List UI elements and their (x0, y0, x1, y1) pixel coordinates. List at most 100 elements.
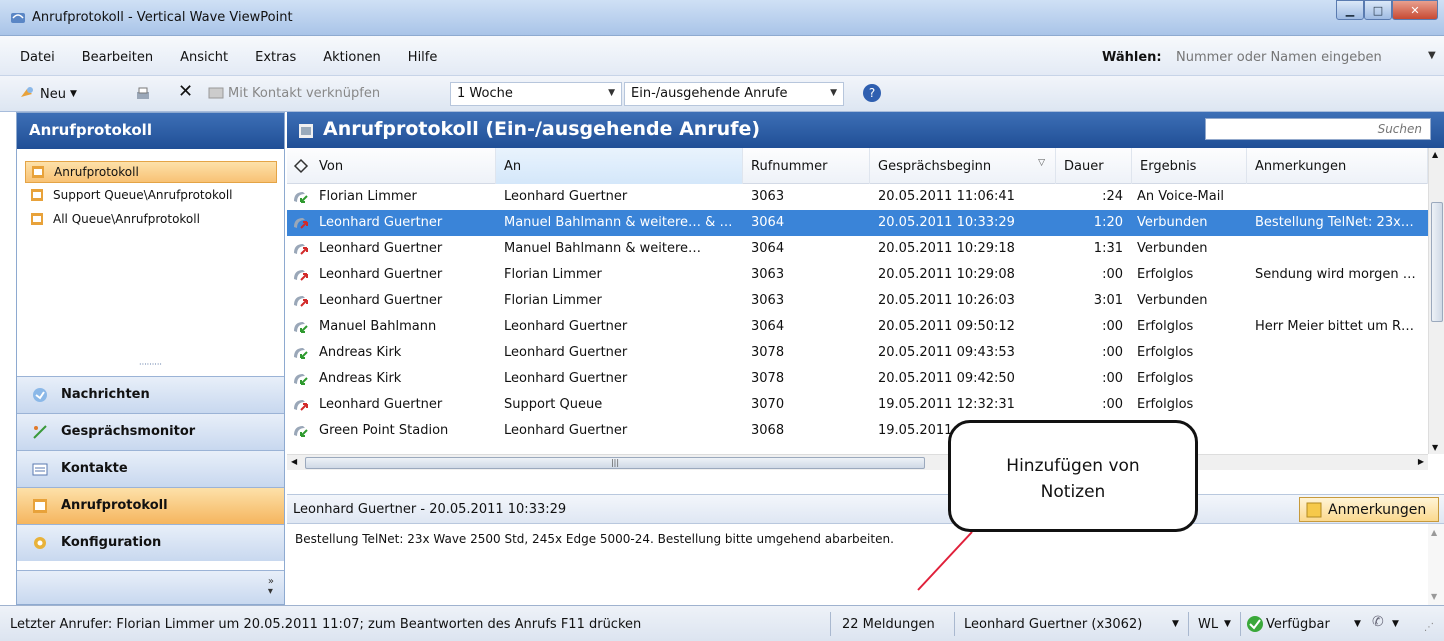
column-ergebnis[interactable]: Ergebnis (1132, 148, 1247, 184)
message-count[interactable]: 22 Meldungen (842, 617, 935, 632)
menu-extras[interactable]: Extras (255, 50, 296, 65)
column-label: Anmerkungen (1255, 159, 1347, 174)
direction-select[interactable]: Ein-/ausgehende Anrufe ▼ (624, 82, 844, 106)
scroll-thumb[interactable]: ||| (305, 457, 925, 469)
column-an[interactable]: An (496, 148, 743, 184)
phone-settings-icon[interactable]: ✆ (1372, 614, 1384, 630)
chevron-down-icon[interactable]: ▼ (1224, 619, 1231, 629)
cell-beginn: 20.05.2011 10:29:18 (878, 241, 1015, 256)
nav-gespraechsmonitor[interactable]: Gesprächsmonitor (17, 413, 284, 450)
close-button[interactable]: ✕ (1392, 0, 1438, 20)
scroll-down-icon[interactable]: ▼ (1432, 443, 1438, 452)
notes-button[interactable]: Anmerkungen (1299, 497, 1439, 522)
table-row[interactable]: Manuel Bahlmann Leonhard Guertner 3064 20.0… (287, 314, 1428, 340)
detail-header-bar: Leonhard Guertner - 20.05.2011 10:33:29 … (287, 494, 1444, 524)
cell-dauer: :00 (1102, 267, 1123, 282)
menu-hilfe[interactable]: Hilfe (408, 50, 438, 65)
resize-grip-icon[interactable]: ⋰ (1424, 622, 1434, 633)
help-button[interactable]: ? (862, 83, 882, 103)
left-pane-title: Anrufprotokoll (17, 113, 284, 149)
cell-an: Florian Limmer (504, 293, 602, 308)
scroll-down-icon[interactable]: ▼ (1431, 592, 1437, 601)
callout-line-1: Hinzufügen von (1006, 456, 1140, 476)
new-button-label: Neu (40, 86, 66, 102)
scroll-left-icon[interactable]: ◀ (291, 457, 297, 466)
pane-splitter[interactable]: ········· (17, 360, 284, 370)
delete-button[interactable]: ✕ (178, 81, 193, 102)
minimize-button[interactable]: ▁ (1336, 0, 1364, 20)
app-icon (11, 13, 25, 23)
column-von[interactable]: Von (287, 148, 496, 184)
contact-card-icon (208, 87, 224, 99)
scroll-right-icon[interactable]: ▶ (1418, 457, 1424, 466)
cell-an: Florian Limmer (504, 267, 602, 282)
chevron-down-icon: ▼ (608, 88, 615, 98)
nav-kontakte[interactable]: Kontakte (17, 450, 284, 487)
callout-line-2: Notizen (1040, 482, 1106, 502)
menu-ansicht[interactable]: Ansicht (180, 50, 228, 65)
menu-aktionen[interactable]: Aktionen (323, 50, 381, 65)
new-call-icon (21, 87, 33, 97)
cell-anm: Herr Meier bittet um R… (1255, 319, 1415, 334)
print-button[interactable] (134, 85, 152, 103)
cell-dauer: 3:01 (1093, 293, 1123, 308)
status-separator (830, 612, 831, 636)
notes-scrollbar[interactable]: ▲ ▼ (1428, 524, 1444, 605)
link-contact-button[interactable]: Mit Kontakt verknüpfen (208, 85, 380, 101)
period-select[interactable]: 1 Woche ▼ (450, 82, 622, 106)
user-selector[interactable]: Leonhard Guertner (x3062) (964, 617, 1142, 632)
column-anmerkungen[interactable]: Anmerkungen (1247, 148, 1428, 184)
wl-selector[interactable]: WL (1198, 617, 1218, 632)
scroll-up-icon[interactable]: ▲ (1431, 528, 1437, 537)
nav-anrufprotokoll[interactable]: Anrufprotokoll (17, 487, 284, 524)
notes-text[interactable]: Bestellung TelNet: 23x Wave 2500 Std, 24… (287, 524, 1428, 605)
cell-von: Andreas Kirk (319, 345, 402, 360)
chevron-down-icon: ▼ (69, 89, 77, 99)
menu-bearbeiten[interactable]: Bearbeiten (82, 50, 153, 65)
cell-an: Leonhard Guertner (504, 345, 628, 360)
tree-item-anrufprotokoll[interactable]: Anrufprotokoll (25, 161, 277, 183)
scroll-up-icon[interactable]: ▲ (1432, 150, 1438, 159)
main-pane-header: Anrufprotokoll (Ein-/ausgehende Anrufe) (287, 112, 1444, 148)
column-label: An (504, 159, 522, 174)
cell-an: Leonhard Guertner (504, 423, 628, 438)
column-dauer[interactable]: Dauer (1056, 148, 1132, 184)
nav-nachrichten[interactable]: Nachrichten (17, 376, 284, 413)
delete-icon: ✕ (178, 81, 194, 102)
scroll-thumb[interactable] (1431, 202, 1443, 322)
table-row[interactable]: Andreas Kirk Leonhard Guertner 3078 20.05.2… (287, 340, 1428, 366)
incoming-call-icon (294, 374, 308, 385)
incoming-call-icon (294, 322, 308, 333)
chevron-down-icon[interactable]: ▼ (1428, 50, 1436, 61)
table-row[interactable]: Leonhard Guertner Manuel Bahlmann & weite… (287, 210, 1428, 236)
table-row[interactable]: Leonhard Guertner Florian Limmer 3063 20.05… (287, 288, 1428, 314)
column-rufnummer[interactable]: Rufnummer (743, 148, 870, 184)
expand-nav-icon[interactable]: » ▾ (268, 577, 274, 597)
maximize-button[interactable]: □ (1364, 0, 1392, 20)
cell-nr: 3063 (751, 189, 785, 204)
tree-item-all-queue[interactable]: All Queue\Anrufprotokoll (25, 209, 277, 231)
table-row[interactable]: Green Point Stadion Leonhard Guertner 3068… (287, 418, 1428, 444)
table-row[interactable]: Andreas Kirk Leonhard Guertner 3078 20.05.2… (287, 366, 1428, 392)
dial-input[interactable] (1172, 46, 1422, 68)
cell-dauer: 1:31 (1093, 241, 1123, 256)
chevron-down-icon[interactable]: ▼ (1172, 619, 1179, 629)
tree-item-support-queue[interactable]: Support Queue\Anrufprotokoll (25, 185, 277, 207)
table-row[interactable]: Leonhard Guertner Manuel Bahlmann & weite… (287, 236, 1428, 262)
table-vertical-scrollbar[interactable]: ▲ ▼ (1428, 148, 1444, 454)
chevron-down-icon[interactable]: ▼ (1392, 619, 1399, 629)
presence-selector[interactable]: Verfügbar (1266, 617, 1330, 632)
table-horizontal-scrollbar[interactable]: ◀ ||| ▶ (287, 454, 1428, 470)
table-row[interactable]: Florian Limmer Leonhard Guertner 3063 20.05… (287, 184, 1428, 210)
chevron-down-icon[interactable]: ▼ (1354, 619, 1361, 629)
cell-an: Manuel Bahlmann & weitere… (504, 241, 702, 256)
nav-konfiguration[interactable]: Konfiguration (17, 524, 284, 561)
table-row[interactable]: Leonhard Guertner Florian Limmer 3063 20.05… (287, 262, 1428, 288)
search-input[interactable] (1205, 118, 1431, 140)
menu-datei[interactable]: Datei (20, 50, 55, 65)
column-gespraechsbeginn[interactable]: Gesprächsbeginn ▽ (870, 148, 1056, 184)
new-button[interactable]: Neu ▼ (18, 85, 77, 103)
table-row[interactable]: Leonhard Guertner Support Queue 3070 19.05.… (287, 392, 1428, 418)
available-status-icon (1247, 616, 1263, 632)
status-separator (954, 612, 955, 636)
